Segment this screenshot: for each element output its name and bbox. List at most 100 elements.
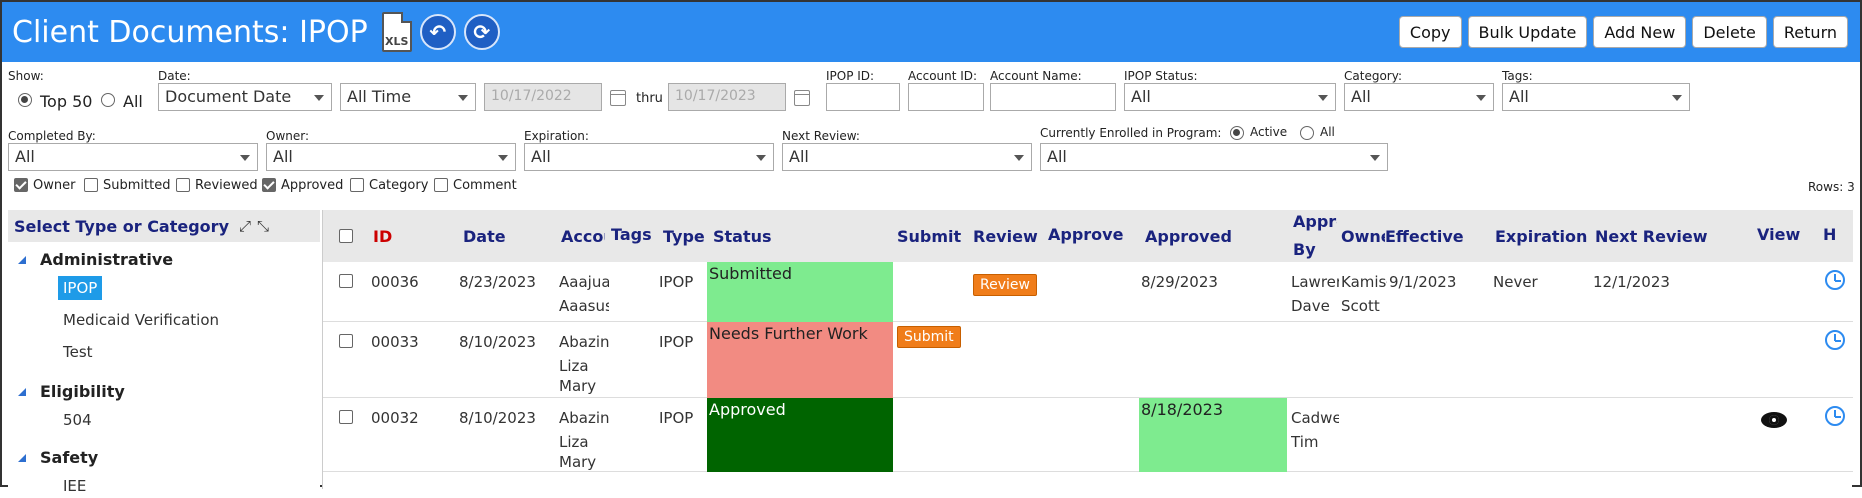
col-expiration[interactable]: Expiration: [1495, 227, 1587, 246]
col-type[interactable]: Type: [663, 227, 705, 246]
col-id[interactable]: ID: [373, 227, 392, 246]
col-owner[interactable]: Owne: [1341, 227, 1385, 246]
bulk-update-button[interactable]: Bulk Update: [1467, 16, 1588, 48]
completed-by-select[interactable]: All: [8, 143, 258, 171]
row-status: Approved: [707, 398, 893, 472]
row-account-line1: Aaajua: [559, 273, 609, 291]
toggle-category-checkbox[interactable]: [350, 178, 364, 192]
date-to-calendar-icon[interactable]: [794, 90, 810, 106]
table-row[interactable]: 00032 8/10/2023 Abazin Liza Mary IPOP Ap…: [323, 398, 1853, 472]
expand-all-icon[interactable]: ⤢: [239, 217, 251, 235]
tree-group-safety[interactable]: Safety: [8, 448, 98, 467]
col-view[interactable]: View: [1757, 225, 1800, 244]
page-title: Client Documents: IPOP: [12, 14, 368, 50]
ipop-id-label: IPOP ID:: [826, 69, 875, 83]
copy-button[interactable]: Copy: [1398, 16, 1462, 48]
col-next-review[interactable]: Next Review: [1595, 227, 1708, 246]
history-clock-icon[interactable]: [1825, 330, 1845, 350]
category-select[interactable]: All: [1344, 83, 1494, 111]
account-id-input[interactable]: [908, 83, 984, 111]
row-account-line2: Aaasus: [559, 297, 609, 315]
toggle-comment-checkbox[interactable]: [434, 178, 448, 192]
row-checkbox[interactable]: [339, 410, 353, 424]
col-submit[interactable]: Submit: [897, 227, 961, 246]
toggle-owner-checkbox[interactable]: [14, 178, 28, 192]
ipop-id-input[interactable]: [826, 83, 900, 111]
tree-item-504[interactable]: 504: [58, 408, 97, 432]
table-row[interactable]: 00033 8/10/2023 Abazin Liza Mary IPOP Ne…: [323, 322, 1853, 398]
row-type: IPOP: [659, 273, 694, 291]
owner-label: Owner:: [266, 129, 310, 143]
table-row[interactable]: 00036 8/23/2023 Aaajua Aaasus IPOP Submi…: [323, 262, 1853, 322]
toggle-submitted-label: Submitted: [103, 178, 171, 193]
expiration-label: Expiration:: [524, 129, 589, 143]
col-history[interactable]: H: [1823, 225, 1836, 244]
row-checkbox[interactable]: [339, 274, 353, 288]
account-id-label: Account ID:: [908, 69, 978, 83]
row-next-review: 12/1/2023: [1593, 273, 1670, 291]
date-to-input[interactable]: 10/17/2023: [668, 83, 786, 111]
col-approved[interactable]: Approved: [1145, 227, 1232, 246]
submit-button[interactable]: Submit: [897, 326, 961, 348]
tree-item-iee[interactable]: IEE: [58, 474, 91, 498]
select-all-checkbox[interactable]: [339, 229, 353, 243]
row-id[interactable]: 00036: [371, 270, 419, 294]
tree-item-medicaid-verification[interactable]: Medicaid Verification: [58, 308, 224, 332]
export-xls-icon[interactable]: XLS: [381, 12, 412, 52]
toggle-approved-checkbox[interactable]: [262, 178, 276, 192]
date-from-calendar-icon[interactable]: [610, 90, 626, 106]
enrolled-select[interactable]: All: [1040, 143, 1388, 171]
date-field-select[interactable]: Document Date: [158, 83, 332, 111]
toggle-submitted-checkbox[interactable]: [84, 178, 98, 192]
col-review[interactable]: Review: [973, 227, 1038, 246]
enrolled-all-radio[interactable]: [1300, 126, 1314, 140]
next-review-label: Next Review:: [782, 129, 860, 143]
col-account[interactable]: Accou: [561, 227, 605, 246]
add-new-button[interactable]: Add New: [1593, 16, 1687, 48]
row-id[interactable]: 00032: [371, 406, 419, 430]
tree-expand-icon[interactable]: [18, 255, 26, 264]
toggle-reviewed-checkbox[interactable]: [176, 178, 190, 192]
show-top50-radio[interactable]: [18, 93, 32, 107]
row-expiration: Never: [1493, 273, 1538, 291]
owner-select[interactable]: All: [266, 143, 516, 171]
row-date: 8/23/2023: [459, 273, 536, 291]
col-effective[interactable]: Effective: [1385, 227, 1464, 246]
expiration-select[interactable]: All: [524, 143, 774, 171]
toggle-reviewed-label: Reviewed: [195, 178, 258, 193]
history-clock-icon[interactable]: [1825, 270, 1845, 290]
history-clock-icon[interactable]: [1825, 406, 1845, 426]
row-account-line1: Abazin: [559, 409, 609, 427]
tree-item-ipop[interactable]: IPOP: [58, 276, 103, 300]
date-from-input[interactable]: 10/17/2022: [484, 83, 602, 111]
tags-select[interactable]: All: [1502, 83, 1690, 111]
account-name-input[interactable]: [990, 83, 1116, 111]
tree-group-administrative[interactable]: Administrative: [8, 250, 173, 269]
col-date[interactable]: Date: [463, 227, 506, 246]
return-button[interactable]: Return: [1772, 16, 1848, 48]
delete-button[interactable]: Delete: [1692, 16, 1767, 48]
next-review-select[interactable]: All: [782, 143, 1032, 171]
review-button[interactable]: Review: [973, 274, 1037, 296]
enrolled-active-radio[interactable]: [1230, 126, 1244, 140]
col-approve[interactable]: Approve: [1048, 225, 1123, 244]
row-approved-date: 8/29/2023: [1141, 273, 1218, 291]
header-buttons: Copy Bulk Update Add New Delete Return: [1398, 16, 1848, 48]
show-all-radio[interactable]: [101, 93, 115, 107]
refresh-icon[interactable]: ⟳: [463, 14, 500, 50]
ipop-status-select[interactable]: All: [1124, 83, 1336, 111]
col-tags[interactable]: Tags: [611, 225, 652, 244]
row-checkbox[interactable]: [339, 334, 353, 348]
collapse-all-icon[interactable]: ⤡: [257, 217, 269, 235]
tree-item-test[interactable]: Test: [58, 340, 98, 364]
col-status[interactable]: Status: [713, 227, 772, 246]
date-range-select[interactable]: All Time: [340, 83, 476, 111]
undo-icon[interactable]: ↶: [419, 14, 456, 50]
tree-expand-icon[interactable]: [18, 387, 26, 396]
row-id[interactable]: 00033: [371, 330, 419, 354]
tree-expand-icon[interactable]: [18, 453, 26, 462]
col-approved-by[interactable]: Appro: [1293, 212, 1337, 231]
view-eye-icon[interactable]: [1761, 412, 1787, 428]
enrolled-active-label: Active: [1250, 125, 1288, 139]
tree-group-eligibility[interactable]: Eligibility: [8, 382, 125, 401]
